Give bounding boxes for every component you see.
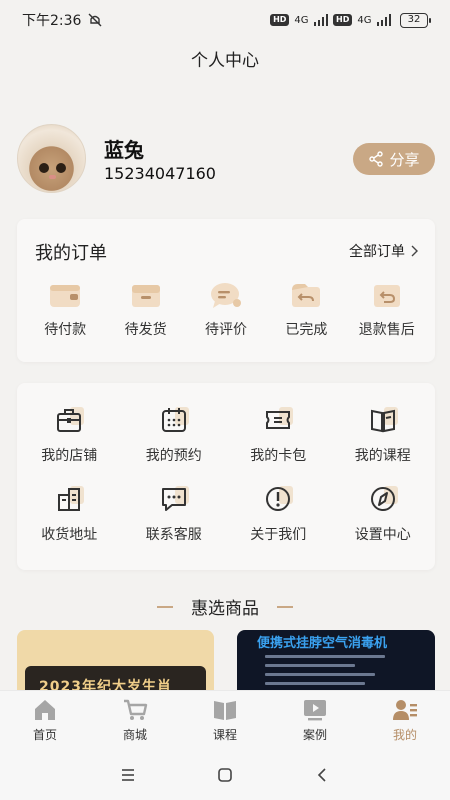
tab-label: 我的: [392, 728, 417, 742]
service-label: 收货地址: [41, 527, 98, 543]
signal-icon-1: [313, 14, 329, 26]
orders-card: 我的订单 全部订单 待付款 待发货 待评价 已完成 退款售后: [17, 219, 435, 362]
all-orders-label: 全部订单: [349, 244, 405, 260]
order-pending-shipment[interactable]: 待发货: [108, 281, 184, 339]
calendar-icon: [161, 408, 186, 432]
featured-section-title: 惠选商品: [0, 594, 450, 619]
avatar[interactable]: [17, 124, 86, 193]
service-shipping-address[interactable]: 收货地址: [17, 482, 122, 544]
service-my-store[interactable]: 我的店铺: [17, 403, 122, 465]
share-button[interactable]: 分享: [353, 143, 435, 175]
share-icon: [369, 151, 384, 167]
order-completed[interactable]: 已完成: [268, 281, 344, 339]
tab-mine[interactable]: 我的: [370, 698, 440, 743]
order-label: 待付款: [44, 322, 87, 338]
compass-icon: [370, 487, 395, 511]
cart-icon: [124, 699, 148, 720]
order-label: 待评价: [204, 322, 247, 338]
profile-section: 蓝兔 15234047160 分享: [17, 124, 435, 194]
product-detail-line: [265, 682, 365, 685]
menu-icon[interactable]: [120, 767, 136, 783]
building-icon: [58, 488, 81, 511]
user-name: 蓝兔: [104, 138, 144, 162]
service-my-courses[interactable]: 我的课程: [331, 403, 436, 465]
info-icon: [266, 487, 291, 511]
status-bar: 下午2:36 HD 4G HD 4G 32: [0, 0, 450, 40]
book-open-icon: [214, 701, 236, 720]
service-about-us[interactable]: 关于我们: [226, 482, 331, 544]
services-card: 我的店铺 我的预约 我的卡包 我的课程 收货地址 联系客服 关于我们 设置中心: [17, 383, 435, 570]
home-icon: [35, 700, 55, 720]
product-detail-line: [265, 655, 385, 658]
product-banner-text: 2023年纪大岁生肖: [25, 666, 206, 692]
ticket-icon: [266, 411, 291, 429]
all-orders-link[interactable]: 全部订单: [349, 241, 419, 261]
tab-label: 课程: [212, 728, 237, 742]
tab-label: 案例: [302, 728, 327, 742]
page-title: 个人中心: [191, 51, 259, 71]
network-label-1: 4G: [294, 14, 309, 26]
order-pending-review[interactable]: 待评价: [188, 281, 264, 339]
tab-label: 首页: [32, 728, 57, 742]
hd-badge-1: HD: [270, 14, 290, 26]
product-detail-line: [265, 664, 355, 667]
service-label: 我的卡包: [250, 448, 307, 464]
tab-courses[interactable]: 课程: [190, 698, 260, 743]
title-dash-left: [157, 605, 173, 608]
title-dash-right: [277, 605, 293, 608]
order-pending-payment[interactable]: 待付款: [27, 281, 103, 339]
service-my-booking[interactable]: 我的预约: [122, 403, 227, 465]
service-label: 设置中心: [354, 527, 411, 543]
refund-icon: [373, 285, 400, 307]
tab-home[interactable]: 首页: [10, 698, 80, 743]
order-label: 退款售后: [358, 322, 415, 338]
user-phone: 15234047160: [104, 164, 216, 183]
store-icon: [57, 409, 82, 432]
status-time: 下午2:36: [22, 13, 82, 29]
product-card[interactable]: 2023年纪大岁生肖: [17, 630, 214, 692]
featured-title: 惠选商品: [191, 599, 259, 619]
product-detail-line: [265, 673, 375, 676]
network-label-2: 4G: [357, 14, 372, 26]
service-label: 关于我们: [250, 527, 307, 543]
play-icon: [304, 700, 326, 721]
share-label: 分享: [389, 150, 420, 169]
orders-title: 我的订单: [35, 243, 107, 264]
return-folder-icon: [292, 284, 321, 307]
tab-bar: 首页 商城 课程 案例 我的: [0, 690, 450, 750]
mute-icon: [88, 13, 102, 27]
service-label: 我的课程: [354, 448, 411, 464]
service-label: 我的预约: [145, 448, 202, 464]
tab-label: 商城: [122, 728, 147, 742]
order-refund[interactable]: 退款售后: [349, 281, 425, 339]
service-label: 我的店铺: [41, 448, 98, 464]
chevron-right-icon: [411, 245, 418, 257]
battery-icon: 32: [400, 12, 431, 28]
service-customer-support[interactable]: 联系客服: [122, 482, 227, 544]
service-label: 联系客服: [145, 527, 202, 543]
order-label: 待发货: [124, 322, 167, 338]
box-icon: [131, 285, 160, 307]
tab-cases[interactable]: 案例: [280, 698, 350, 743]
tab-shop[interactable]: 商城: [100, 698, 170, 743]
profile-icon: [393, 700, 417, 720]
home-square-icon[interactable]: [217, 767, 233, 783]
system-nav-bar: [0, 750, 450, 800]
signal-icon-2: [376, 14, 391, 26]
wallet-icon: [50, 285, 81, 307]
service-settings[interactable]: 设置中心: [331, 482, 436, 544]
product-banner-text: 便携式挂脖空气消毒机: [257, 636, 388, 651]
back-icon[interactable]: [314, 767, 330, 783]
hd-badge-2: HD: [333, 14, 353, 26]
product-card[interactable]: 便携式挂脖空气消毒机: [237, 630, 435, 692]
order-label: 已完成: [285, 322, 328, 338]
service-my-cards[interactable]: 我的卡包: [226, 403, 331, 465]
comment-icon: [210, 283, 241, 308]
book-icon: [370, 409, 395, 433]
chat-icon: [161, 488, 186, 511]
